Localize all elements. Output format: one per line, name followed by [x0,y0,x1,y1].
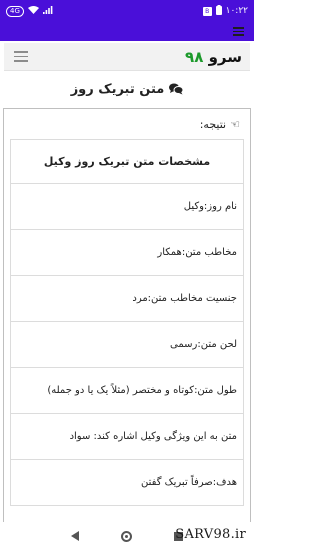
logo-number: ۹۸ [185,47,204,66]
page-title: متن تبریک روز [70,81,165,97]
network-badge: 4G [6,5,24,17]
table-row: مخاطب متن:همکار [11,230,243,276]
table-row: هدف:صرفاً تبریک گفتن [11,460,243,506]
menu-line [233,34,244,36]
page-title-row: متن تبریک روز [0,78,254,100]
result-heading-row: ☜ نتیجه: [4,109,250,139]
site-menu-button[interactable] [14,51,28,62]
menu-line [14,55,28,58]
result-heading: نتیجه: [199,117,227,131]
signal-icon [42,5,53,17]
chat-bubbles-icon [169,83,184,95]
clock: ۱۰:۲۲ [225,6,248,16]
logo-text: سرو [208,47,242,66]
site-header: سرو ۹۸ [4,43,250,71]
menu-line [233,27,244,29]
back-icon[interactable] [71,531,79,541]
status-left: 4G [6,5,53,17]
notification-icon: B [202,6,212,16]
table-row: متن به این ویژگی وکیل اشاره کند: سواد [11,414,243,460]
menu-line [14,51,28,53]
menu-line [14,60,28,62]
app-menu-button[interactable] [233,27,244,36]
result-table: مشخصات متن تبریک روز وکیل نام روز:وکیل م… [10,139,244,506]
site-logo[interactable]: سرو ۹۸ [185,48,242,66]
table-row: لحن متن:رسمی [11,322,243,368]
table-title: مشخصات متن تبریک روز وکیل [11,140,243,184]
table-row: جنسیت مخاطب متن:مرد [11,276,243,322]
battery-icon [215,4,222,18]
table-row: طول متن:کوتاه و مختصر (مثلاً یک یا دو جم… [11,368,243,414]
hand-pointer-icon: ☜ [230,117,240,131]
table-row: نام روز:وکیل [11,184,243,230]
menu-line [233,30,244,33]
watermark: SARV98.ir [175,527,246,542]
result-panel: ☜ نتیجه: مشخصات متن تبریک روز وکیل نام ر… [3,108,251,528]
home-icon[interactable] [121,530,132,542]
app-bar [0,22,254,41]
status-bar: 4G B ۱۰:۲۲ [0,0,254,22]
wifi-icon [27,5,39,17]
status-right: B ۱۰:۲۲ [202,4,248,18]
